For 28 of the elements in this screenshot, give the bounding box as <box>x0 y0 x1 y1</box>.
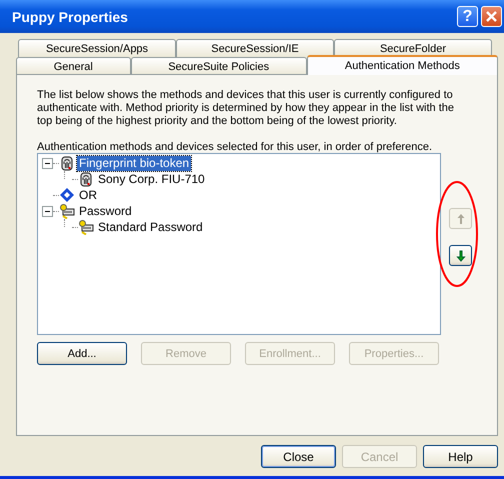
tab[interactable]: SecureSession/IE <box>176 39 334 57</box>
tree-item[interactable]: Password <box>77 204 134 218</box>
down-arrow-icon <box>456 250 466 262</box>
action-button[interactable]: Add... <box>37 342 127 365</box>
collapse-toggle[interactable] <box>42 158 53 168</box>
window-title: Puppy Properties <box>12 8 128 24</box>
tab[interactable]: Authentication Methods <box>306 55 498 75</box>
collapse-toggle[interactable] <box>42 206 53 216</box>
diamond-icon <box>59 187 75 203</box>
tab[interactable]: SecureSuite Policies <box>130 57 307 75</box>
dialog-button[interactable]: Close <box>261 445 336 468</box>
device-icon <box>59 155 75 171</box>
tree-item[interactable]: Fingerprint bio-token <box>77 156 192 170</box>
tree-item[interactable]: Sony Corp. FIU-710 <box>96 172 207 186</box>
move-down-button[interactable] <box>449 245 472 266</box>
key-icon <box>59 203 75 219</box>
dialog-button[interactable]: Help <box>423 445 498 468</box>
tab[interactable]: SecureSession/Apps <box>18 39 176 57</box>
tree-item[interactable]: OR <box>77 188 99 202</box>
list-label: Authentication methods and devices selected for this user, in order of preference. <box>37 141 434 153</box>
tree-item[interactable]: Standard Password <box>96 220 205 234</box>
key-icon <box>78 219 94 235</box>
up-arrow-icon <box>456 212 466 224</box>
tab[interactable]: General <box>16 57 131 75</box>
close-icon <box>485 10 498 23</box>
device-icon <box>78 171 94 187</box>
description-text: The list below shows the methods and devices that this user is currently configured to authenticate with. Method priority is determined by how they appear in the list with the top being of the highest priority and the bottom being of the lowest priority. <box>37 89 456 128</box>
close-button[interactable] <box>481 6 502 27</box>
